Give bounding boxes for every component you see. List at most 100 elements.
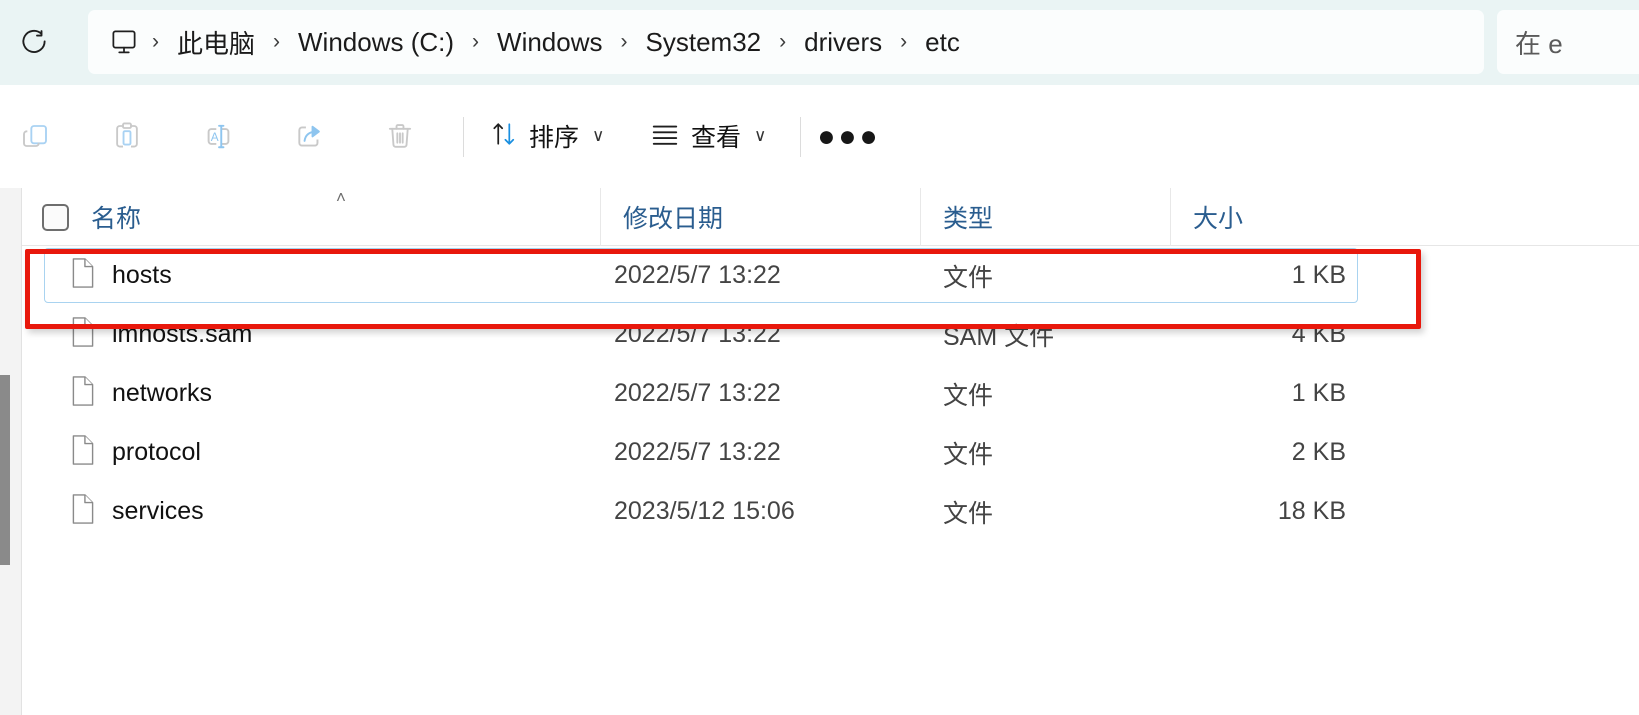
breadcrumb-separator[interactable]: › — [773, 30, 792, 54]
file-size-cell: 4 KB — [1170, 305, 1356, 364]
file-name: protocol — [112, 438, 201, 466]
chevron-down-icon: ∨ — [754, 126, 767, 145]
file-name: hosts — [112, 261, 172, 289]
file-type: 文件 — [943, 440, 994, 469]
column-header-name[interactable]: 名称 — [22, 188, 600, 246]
left-rail — [0, 188, 22, 715]
file-size: 2 KB — [1291, 438, 1346, 466]
file-document-icon — [70, 375, 96, 412]
table-row[interactable]: protocol 2022/5/7 13:22 文件 2 KB — [22, 423, 1639, 482]
file-size-cell: 2 KB — [1170, 423, 1356, 482]
file-size-cell: 1 KB — [1170, 246, 1356, 305]
file-type-cell: 文件 — [920, 246, 1170, 305]
file-size: 1 KB — [1291, 379, 1346, 407]
toolbar-divider — [463, 117, 464, 157]
toolbar-divider — [800, 117, 801, 157]
file-document-icon — [70, 257, 96, 294]
column-header-date-label: 修改日期 — [623, 205, 724, 233]
paste-icon[interactable] — [98, 107, 156, 165]
select-all-checkbox[interactable] — [42, 203, 69, 231]
breadcrumb-separator[interactable]: › — [146, 30, 165, 54]
file-name-cell: networks — [22, 364, 600, 423]
sort-button[interactable]: 排序 ∨ — [480, 107, 614, 165]
file-type: 文件 — [943, 499, 994, 528]
copy-icon[interactable] — [7, 107, 65, 165]
file-size: 18 KB — [1277, 497, 1346, 525]
file-rows: hosts 2022/5/7 13:22 文件 1 KB lmhosts.sam… — [22, 246, 1639, 715]
breadcrumb-separator[interactable]: › — [615, 30, 634, 54]
breadcrumb-item-1[interactable]: Windows (C:) — [286, 23, 466, 62]
file-date-cell: 2022/5/7 13:22 — [600, 305, 906, 364]
vertical-scrollbar-thumb[interactable] — [0, 375, 10, 565]
refresh-icon[interactable] — [8, 14, 60, 70]
table-row[interactable]: hosts 2022/5/7 13:22 文件 1 KB — [22, 246, 1639, 305]
column-header-size-label: 大小 — [1193, 205, 1244, 233]
breadcrumb[interactable]: › 此电脑 › Windows (C:) › Windows › System3… — [88, 10, 1484, 74]
rename-icon[interactable]: A — [189, 107, 247, 165]
column-header-type-label: 类型 — [943, 205, 994, 233]
file-size: 1 KB — [1291, 261, 1346, 289]
file-document-icon — [70, 316, 96, 353]
view-list-icon — [650, 121, 680, 152]
view-button[interactable]: 查看 ∨ — [640, 107, 776, 165]
file-name-cell: lmhosts.sam — [22, 305, 600, 364]
file-type-cell: 文件 — [920, 423, 1170, 482]
file-date-cell: 2022/5/7 13:22 — [600, 423, 906, 482]
breadcrumb-item-2[interactable]: Windows — [485, 23, 614, 62]
column-header-type[interactable]: 类型 — [920, 188, 1170, 246]
file-type-cell: 文件 — [920, 364, 1170, 423]
delete-icon[interactable] — [371, 107, 429, 165]
file-date: 2022/5/7 13:22 — [614, 379, 781, 407]
command-toolbar: A 排序 ∨ 查看 ∨ ●●● — [0, 85, 1639, 188]
share-icon[interactable] — [280, 107, 338, 165]
file-date-cell: 2023/5/12 15:06 — [600, 482, 906, 541]
address-bar: › 此电脑 › Windows (C:) › Windows › System3… — [0, 0, 1639, 85]
breadcrumb-item-5[interactable]: etc — [913, 23, 972, 62]
file-type-cell: SAM 文件 — [920, 305, 1170, 364]
search-placeholder: 在 e — [1515, 28, 1563, 59]
file-name: networks — [112, 379, 213, 407]
file-document-icon — [70, 434, 96, 471]
column-header-date[interactable]: 修改日期 — [600, 188, 920, 246]
file-date-cell: 2022/5/7 13:22 — [600, 364, 906, 423]
file-name-cell: services — [22, 482, 600, 541]
file-type: SAM 文件 — [943, 322, 1055, 351]
column-header-size[interactable]: 大小 — [1170, 188, 1420, 246]
file-type: 文件 — [943, 381, 994, 410]
file-date: 2023/5/12 15:06 — [614, 497, 795, 525]
column-header-row: ˄ 名称 修改日期 类型 大小 — [22, 188, 1639, 246]
table-row[interactable]: services 2023/5/12 15:06 文件 18 KB — [22, 482, 1639, 541]
sort-label: 排序 — [529, 124, 580, 152]
file-document-icon — [70, 493, 96, 530]
file-name: services — [112, 497, 204, 525]
sort-arrows-icon — [490, 119, 518, 154]
file-date-cell: 2022/5/7 13:22 — [600, 246, 906, 305]
column-header-name-label: 名称 — [91, 205, 142, 233]
file-type-cell: 文件 — [920, 482, 1170, 541]
file-type: 文件 — [943, 263, 994, 292]
breadcrumb-separator[interactable]: › — [267, 30, 286, 54]
table-row[interactable]: networks 2022/5/7 13:22 文件 1 KB — [22, 364, 1639, 423]
file-size-cell: 1 KB — [1170, 364, 1356, 423]
breadcrumb-item-3[interactable]: System32 — [634, 23, 774, 62]
svg-text:A: A — [210, 130, 218, 144]
view-label: 查看 — [691, 124, 742, 152]
file-size: 4 KB — [1291, 320, 1346, 348]
breadcrumb-item-0[interactable]: 此电脑 — [165, 20, 267, 65]
breadcrumb-separator[interactable]: › — [894, 30, 913, 54]
file-name-cell: protocol — [22, 423, 600, 482]
table-row[interactable]: lmhosts.sam 2022/5/7 13:22 SAM 文件 4 KB — [22, 305, 1639, 364]
file-list-area: ˄ 名称 修改日期 类型 大小 hosts 2022/5/7 13:22 文件 … — [0, 188, 1639, 715]
search-input[interactable]: 在 e — [1497, 10, 1639, 74]
file-date: 2022/5/7 13:22 — [614, 320, 781, 348]
breadcrumb-separator[interactable]: › — [466, 30, 485, 54]
file-date: 2022/5/7 13:22 — [614, 261, 781, 289]
file-size-cell: 18 KB — [1170, 482, 1356, 541]
file-date: 2022/5/7 13:22 — [614, 438, 781, 466]
more-options-button[interactable]: ●●● — [817, 107, 878, 165]
this-pc-monitor-icon[interactable] — [102, 22, 146, 62]
breadcrumb-item-4[interactable]: drivers — [792, 23, 894, 62]
file-name: lmhosts.sam — [112, 320, 253, 348]
file-explorer-window: › 此电脑 › Windows (C:) › Windows › System3… — [0, 0, 1639, 715]
chevron-down-icon: ∨ — [592, 126, 605, 145]
